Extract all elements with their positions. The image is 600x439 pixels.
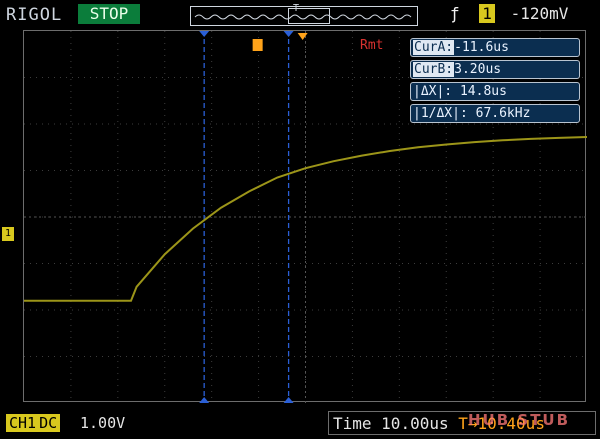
run-status-badge[interactable]: STOP [78,4,140,24]
trigger-level: -120mV [510,4,569,23]
bottom-status-bar: CH1 DC 1.00V Time 10.00us T→10.40us HUB S… [0,409,600,439]
brand-logo: RIGOL [6,5,63,25]
cursor-readout-panel: CurA:-11.6us CurB:3.20us |ΔX|: 14.8us |1… [410,38,580,126]
cursor-a-bottom-marker [199,397,210,403]
cursor-a-top-marker [199,31,210,37]
watermark-logo: HUB STUB [468,411,571,429]
trigger-status[interactable]: ƒ 1 -120mV [450,4,568,23]
cursor-b-row: CurB:3.20us [410,60,580,79]
remote-indicator: Rmt [360,38,384,53]
time-label: Time [333,414,372,433]
cursor-b-label: CurB: [413,62,455,77]
trigger-position-marker [252,39,263,51]
channel1-badge[interactable]: CH1 DC [6,414,61,432]
rising-edge-icon: ƒ [450,4,460,23]
volts-per-div: 1.00V [80,414,126,432]
overview-trigger-marker: T [293,3,300,14]
cursor-b-bottom-marker [283,397,294,403]
memory-overview-strip: T [190,3,418,26]
inverse-delta-x-row: |1/ΔX|: 67.6kHz [410,104,580,123]
time-per-div: 10.00us [381,414,449,433]
trigger-channel-badge: 1 [479,4,495,23]
cursor-a-row: CurA:-11.6us [410,38,580,57]
cursor-b-value: 3.20us [454,62,502,77]
cursor-b-top-marker [283,31,294,37]
top-status-bar: RIGOL STOP T ƒ 1 -120mV [0,0,600,30]
trigger-delay-marker [297,33,308,40]
channel1-label: CH1 [9,414,37,432]
dc-coupling-icon: DC [39,414,58,432]
cursor-a-label: CurA: [413,40,455,55]
channel1-offset-marker[interactable]: 1 [2,227,14,241]
cursor-a-value: -11.6us [454,40,509,55]
delta-x-row: |ΔX|: 14.8us [410,82,580,101]
